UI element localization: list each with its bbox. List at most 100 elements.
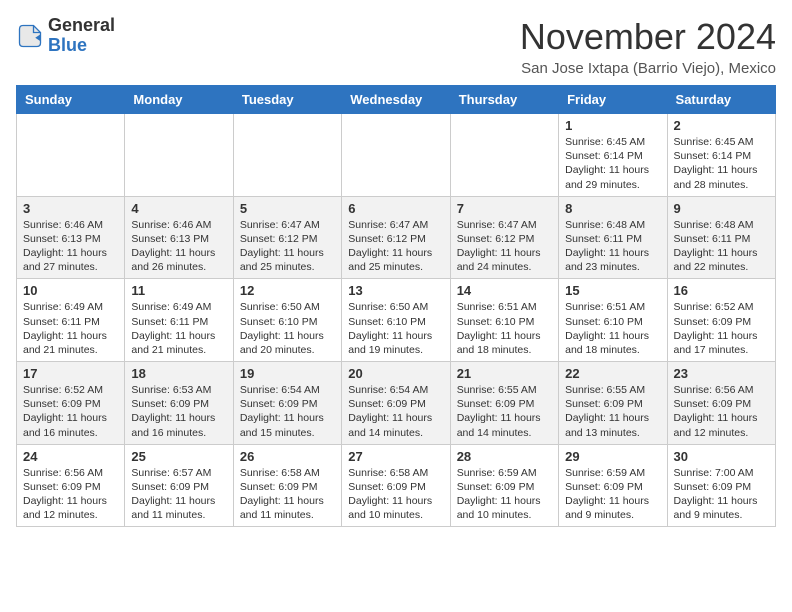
day-number: 17 [23, 366, 118, 381]
day-info: Sunrise: 6:48 AM Sunset: 6:11 PM Dayligh… [674, 218, 769, 275]
day-info: Sunrise: 6:57 AM Sunset: 6:09 PM Dayligh… [131, 466, 226, 523]
day-info: Sunrise: 6:58 AM Sunset: 6:09 PM Dayligh… [240, 466, 335, 523]
calendar-day-header: Saturday [667, 86, 775, 114]
calendar-cell [233, 114, 341, 197]
day-info: Sunrise: 6:47 AM Sunset: 6:12 PM Dayligh… [348, 218, 443, 275]
day-number: 30 [674, 449, 769, 464]
day-info: Sunrise: 6:47 AM Sunset: 6:12 PM Dayligh… [240, 218, 335, 275]
day-info: Sunrise: 6:53 AM Sunset: 6:09 PM Dayligh… [131, 383, 226, 440]
day-info: Sunrise: 7:00 AM Sunset: 6:09 PM Dayligh… [674, 466, 769, 523]
calendar-cell: 30 Sunrise: 7:00 AM Sunset: 6:09 PM Dayli… [667, 444, 775, 527]
day-number: 26 [240, 449, 335, 464]
day-number: 24 [23, 449, 118, 464]
day-info: Sunrise: 6:59 AM Sunset: 6:09 PM Dayligh… [457, 466, 552, 523]
calendar-day-header: Thursday [450, 86, 558, 114]
calendar-cell: 18 Sunrise: 6:53 AM Sunset: 6:09 PM Dayli… [125, 362, 233, 445]
day-number: 6 [348, 201, 443, 216]
day-number: 2 [674, 118, 769, 133]
day-number: 8 [565, 201, 660, 216]
page-header: General Blue November 2024 San Jose Ixta… [16, 16, 776, 77]
day-number: 5 [240, 201, 335, 216]
day-number: 3 [23, 201, 118, 216]
day-number: 25 [131, 449, 226, 464]
logo: General Blue [16, 16, 115, 56]
calendar-cell: 5 Sunrise: 6:47 AM Sunset: 6:12 PM Daylig… [233, 196, 341, 279]
day-number: 16 [674, 283, 769, 298]
calendar-cell: 16 Sunrise: 6:52 AM Sunset: 6:09 PM Dayli… [667, 279, 775, 362]
logo-text: General Blue [48, 16, 115, 56]
day-info: Sunrise: 6:50 AM Sunset: 6:10 PM Dayligh… [240, 300, 335, 357]
day-info: Sunrise: 6:58 AM Sunset: 6:09 PM Dayligh… [348, 466, 443, 523]
location-subtitle: San Jose Ixtapa (Barrio Viejo), Mexico [520, 60, 776, 77]
day-number: 4 [131, 201, 226, 216]
calendar-cell: 25 Sunrise: 6:57 AM Sunset: 6:09 PM Dayli… [125, 444, 233, 527]
day-info: Sunrise: 6:47 AM Sunset: 6:12 PM Dayligh… [457, 218, 552, 275]
calendar-header-row: SundayMondayTuesdayWednesdayThursdayFrid… [17, 86, 776, 114]
day-info: Sunrise: 6:45 AM Sunset: 6:14 PM Dayligh… [674, 135, 769, 192]
calendar-cell: 23Sunrise: 6:56 AM Sunset: 6:09 PM Dayli… [667, 362, 775, 445]
day-number: 10 [23, 283, 118, 298]
calendar-cell: 21Sunrise: 6:55 AM Sunset: 6:09 PM Dayli… [450, 362, 558, 445]
day-info: Sunrise: 6:56 AM Sunset: 6:09 PM Dayligh… [674, 383, 769, 440]
day-number: 19 [240, 366, 335, 381]
calendar-cell: 10 Sunrise: 6:49 AM Sunset: 6:11 PM Dayli… [17, 279, 125, 362]
calendar-cell: 17Sunrise: 6:52 AM Sunset: 6:09 PM Dayli… [17, 362, 125, 445]
calendar-cell: 13Sunrise: 6:50 AM Sunset: 6:10 PM Dayli… [342, 279, 450, 362]
day-number: 12 [240, 283, 335, 298]
logo-icon [16, 22, 44, 50]
day-number: 9 [674, 201, 769, 216]
calendar-cell: 2 Sunrise: 6:45 AM Sunset: 6:14 PM Daylig… [667, 114, 775, 197]
calendar-cell: 3Sunrise: 6:46 AM Sunset: 6:13 PM Daylig… [17, 196, 125, 279]
calendar-cell: 8 Sunrise: 6:48 AM Sunset: 6:11 PM Daylig… [559, 196, 667, 279]
month-title: November 2024 [520, 16, 776, 58]
calendar-week-row: 10 Sunrise: 6:49 AM Sunset: 6:11 PM Dayli… [17, 279, 776, 362]
calendar-day-header: Tuesday [233, 86, 341, 114]
calendar-cell: 4 Sunrise: 6:46 AM Sunset: 6:13 PM Daylig… [125, 196, 233, 279]
day-info: Sunrise: 6:54 AM Sunset: 6:09 PM Dayligh… [348, 383, 443, 440]
calendar-cell [125, 114, 233, 197]
calendar-cell: 29 Sunrise: 6:59 AM Sunset: 6:09 PM Dayli… [559, 444, 667, 527]
day-info: Sunrise: 6:46 AM Sunset: 6:13 PM Dayligh… [131, 218, 226, 275]
day-number: 14 [457, 283, 552, 298]
calendar-cell: 19 Sunrise: 6:54 AM Sunset: 6:09 PM Dayli… [233, 362, 341, 445]
calendar-cell: 22 Sunrise: 6:55 AM Sunset: 6:09 PM Dayli… [559, 362, 667, 445]
calendar-cell: 12 Sunrise: 6:50 AM Sunset: 6:10 PM Dayli… [233, 279, 341, 362]
day-number: 11 [131, 283, 226, 298]
day-info: Sunrise: 6:55 AM Sunset: 6:09 PM Dayligh… [565, 383, 660, 440]
day-info: Sunrise: 6:51 AM Sunset: 6:10 PM Dayligh… [565, 300, 660, 357]
calendar-cell: 15Sunrise: 6:51 AM Sunset: 6:10 PM Dayli… [559, 279, 667, 362]
calendar-cell [17, 114, 125, 197]
day-number: 7 [457, 201, 552, 216]
calendar-cell: 11 Sunrise: 6:49 AM Sunset: 6:11 PM Dayli… [125, 279, 233, 362]
day-info: Sunrise: 6:59 AM Sunset: 6:09 PM Dayligh… [565, 466, 660, 523]
day-info: Sunrise: 6:51 AM Sunset: 6:10 PM Dayligh… [457, 300, 552, 357]
calendar-week-row: 17Sunrise: 6:52 AM Sunset: 6:09 PM Dayli… [17, 362, 776, 445]
day-number: 18 [131, 366, 226, 381]
day-info: Sunrise: 6:45 AM Sunset: 6:14 PM Dayligh… [565, 135, 660, 192]
day-info: Sunrise: 6:50 AM Sunset: 6:10 PM Dayligh… [348, 300, 443, 357]
day-number: 20 [348, 366, 443, 381]
calendar-cell [342, 114, 450, 197]
calendar-cell: 24 Sunrise: 6:56 AM Sunset: 6:09 PM Dayli… [17, 444, 125, 527]
day-info: Sunrise: 6:52 AM Sunset: 6:09 PM Dayligh… [674, 300, 769, 357]
calendar-week-row: 24 Sunrise: 6:56 AM Sunset: 6:09 PM Dayli… [17, 444, 776, 527]
calendar-week-row: 1Sunrise: 6:45 AM Sunset: 6:14 PM Daylig… [17, 114, 776, 197]
calendar-cell: 7 Sunrise: 6:47 AM Sunset: 6:12 PM Daylig… [450, 196, 558, 279]
calendar-cell: 20 Sunrise: 6:54 AM Sunset: 6:09 PM Dayli… [342, 362, 450, 445]
day-info: Sunrise: 6:49 AM Sunset: 6:11 PM Dayligh… [131, 300, 226, 357]
day-info: Sunrise: 6:48 AM Sunset: 6:11 PM Dayligh… [565, 218, 660, 275]
day-info: Sunrise: 6:56 AM Sunset: 6:09 PM Dayligh… [23, 466, 118, 523]
calendar-day-header: Friday [559, 86, 667, 114]
calendar-cell: 9 Sunrise: 6:48 AM Sunset: 6:11 PM Daylig… [667, 196, 775, 279]
calendar-day-header: Wednesday [342, 86, 450, 114]
day-number: 22 [565, 366, 660, 381]
calendar-cell: 28Sunrise: 6:59 AM Sunset: 6:09 PM Dayli… [450, 444, 558, 527]
day-number: 29 [565, 449, 660, 464]
calendar-cell: 26 Sunrise: 6:58 AM Sunset: 6:09 PM Dayli… [233, 444, 341, 527]
title-block: November 2024 San Jose Ixtapa (Barrio Vi… [520, 16, 776, 77]
calendar-cell: 27Sunrise: 6:58 AM Sunset: 6:09 PM Dayli… [342, 444, 450, 527]
day-info: Sunrise: 6:54 AM Sunset: 6:09 PM Dayligh… [240, 383, 335, 440]
day-info: Sunrise: 6:49 AM Sunset: 6:11 PM Dayligh… [23, 300, 118, 357]
calendar-week-row: 3 Sunrise: 6:46 AM Sunset: 6:13 PM Daylig… [17, 196, 776, 279]
calendar-cell: 14 Sunrise: 6:51 AM Sunset: 6:10 PM Dayli… [450, 279, 558, 362]
